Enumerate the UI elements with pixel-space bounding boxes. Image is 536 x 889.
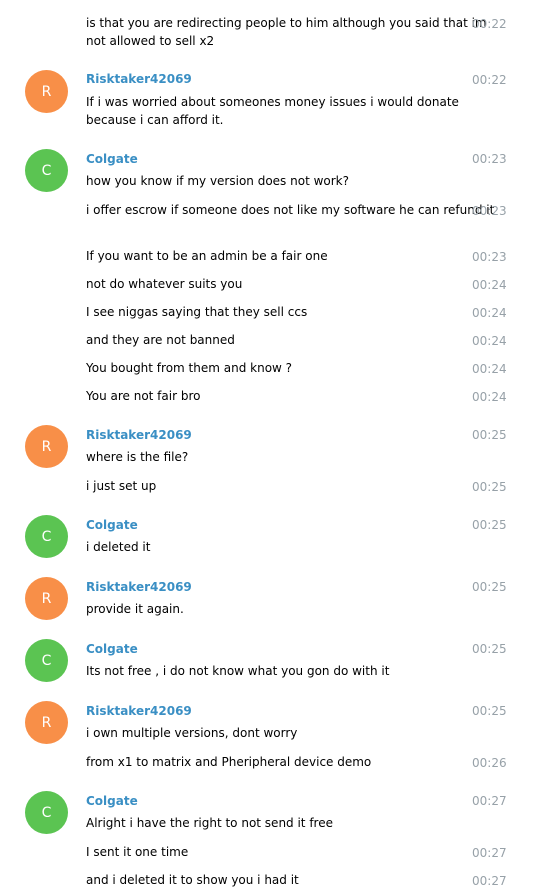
- message-text: where is the file?: [86, 450, 189, 464]
- message-text: I see niggas saying that they sell ccs: [86, 305, 308, 319]
- sender-name[interactable]: Risktaker42069: [86, 579, 192, 595]
- message-timestamp: 00:24: [472, 334, 507, 348]
- avatar[interactable]: R: [25, 577, 68, 620]
- message-timestamp: 00:24: [472, 390, 507, 404]
- message-timestamp: 00:24: [472, 278, 507, 292]
- sender-name[interactable]: Colgate: [86, 517, 138, 533]
- message-text: If i was worried about someones money is…: [86, 95, 459, 127]
- sender-name[interactable]: Colgate: [86, 793, 138, 809]
- message-text: not do whatever suits you: [86, 277, 243, 291]
- avatar[interactable]: C: [25, 149, 68, 192]
- message-timestamp: 00:27: [472, 794, 507, 808]
- avatar[interactable]: C: [25, 791, 68, 834]
- avatar[interactable]: R: [25, 425, 68, 468]
- message-timestamp: 00:22: [472, 73, 507, 87]
- message-timestamp: 00:23: [472, 152, 507, 166]
- message-timestamp: 00:26: [472, 756, 507, 770]
- avatar[interactable]: R: [25, 701, 68, 744]
- sender-name[interactable]: Colgate: [86, 641, 138, 657]
- message-timestamp: 00:25: [472, 428, 507, 442]
- message-timestamp: 00:25: [472, 518, 507, 532]
- message-text: how you know if my version does not work…: [86, 174, 349, 188]
- message-text: is that you are redirecting people to hi…: [86, 16, 487, 48]
- sender-name[interactable]: Colgate: [86, 151, 138, 167]
- message-text: i own multiple versions, dont worry: [86, 726, 298, 740]
- message-text: provide it again.: [86, 602, 184, 616]
- sender-name[interactable]: Risktaker42069: [86, 703, 192, 719]
- message-text: from x1 to matrix and Pheripheral device…: [86, 755, 372, 769]
- avatar[interactable]: C: [25, 639, 68, 682]
- message-text: Alright i have the right to not send it …: [86, 816, 333, 830]
- message-timestamp: 00:23: [472, 250, 507, 264]
- message-text: You bought from them and know ?: [86, 361, 293, 375]
- chat-history[interactable]: is that you are redirecting people to hi…: [0, 0, 536, 888]
- message-timestamp: 00:25: [472, 704, 507, 718]
- message-text: and they are not banned: [86, 333, 235, 347]
- message-text: i deleted it: [86, 540, 151, 554]
- message-timestamp: 00:24: [472, 306, 507, 320]
- message-timestamp: 00:25: [472, 480, 507, 494]
- message-timestamp: 00:27: [472, 846, 507, 860]
- message-text: i offer escrow if someone does not like …: [86, 203, 495, 217]
- message-text: i just set up: [86, 479, 157, 493]
- message-timestamp: 00:22: [472, 17, 507, 31]
- sender-name[interactable]: Risktaker42069: [86, 427, 192, 443]
- message-timestamp: 00:25: [472, 642, 507, 656]
- avatar[interactable]: C: [25, 515, 68, 558]
- avatar[interactable]: R: [25, 70, 68, 113]
- message-timestamp: 00:25: [472, 580, 507, 594]
- sender-name[interactable]: Risktaker42069: [86, 71, 192, 87]
- message-text: and i deleted it to show you i had it: [86, 873, 299, 887]
- message-text: Its not free , i do not know what you go…: [86, 664, 390, 678]
- message-timestamp: 00:24: [472, 362, 507, 376]
- message-text: I sent it one time: [86, 845, 189, 859]
- message-text: If you want to be an admin be a fair one: [86, 249, 328, 263]
- message-timestamp: 00:23: [472, 204, 507, 218]
- message-text: You are not fair bro: [86, 389, 201, 403]
